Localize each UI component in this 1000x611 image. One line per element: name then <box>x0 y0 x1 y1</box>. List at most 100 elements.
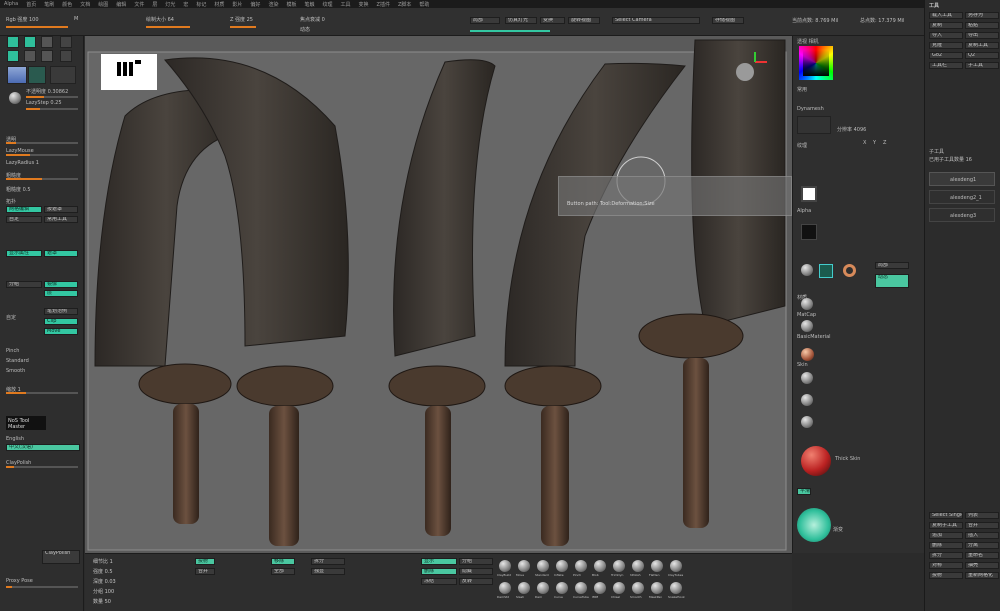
subtool-action-button[interactable]: 重命名 <box>965 552 999 559</box>
section-brush-standard[interactable]: Pinch <box>6 348 19 354</box>
texture-swatch-icon[interactable] <box>50 66 76 84</box>
tool-button[interactable]: 另存为 <box>965 12 999 19</box>
tool-button[interactable]: Q2 <box>965 52 999 59</box>
brush-icon[interactable] <box>518 560 530 572</box>
proxy-pose-label[interactable]: Proxy Pose <box>6 578 33 584</box>
alpha-mode-icon[interactable] <box>60 50 72 62</box>
stroke-slider[interactable] <box>6 466 78 468</box>
subtool-action-button[interactable]: 合并 <box>965 522 999 529</box>
clay-sphere[interactable] <box>801 416 813 428</box>
subtool-action-button[interactable]: 删除 <box>929 542 963 549</box>
menu-item[interactable]: 渲染 <box>268 1 278 8</box>
menu-item[interactable]: 纹理 <box>322 1 332 8</box>
menu-item[interactable]: 宏 <box>183 1 188 8</box>
subtool-action-button[interactable]: 拆分 <box>929 552 963 559</box>
roughness-slider[interactable] <box>6 178 78 180</box>
z-axis-toggle[interactable]: Z <box>883 140 886 146</box>
menu-item[interactable]: Z插件 <box>377 1 390 8</box>
brush-icon[interactable] <box>613 582 625 594</box>
mesh-edit-button[interactable]: 按遮罩 <box>44 206 78 213</box>
transparency-slider[interactable] <box>6 142 78 144</box>
document-canvas[interactable]: Button path: Tool:Deformation:Size <box>85 36 792 553</box>
lazymouse-slider[interactable] <box>6 154 78 156</box>
tool-button[interactable]: 子工具 <box>965 62 999 69</box>
freeze-button[interactable]: 冻结 <box>421 578 457 585</box>
z-intensity-label[interactable]: Z 强度 25 <box>230 16 253 23</box>
subtool-row-2[interactable]: alexdeng2_1 <box>929 190 995 204</box>
tool-button[interactable]: 粘贴 <box>965 22 999 29</box>
draw-size-slider-fill[interactable] <box>146 26 190 28</box>
material-sphere-1[interactable] <box>801 264 813 276</box>
menu-item[interactable]: 文档 <box>80 1 90 8</box>
brush-icon[interactable] <box>537 560 549 572</box>
hide-button[interactable]: 隐藏 <box>459 568 493 575</box>
proxy-pose-slider[interactable] <box>6 586 78 588</box>
subtool-action-button[interactable]: Select Single <box>929 512 963 519</box>
tool-button[interactable]: 载入工具 <box>929 12 963 19</box>
detail-ratio-label[interactable]: 细节比 1 <box>93 558 113 565</box>
brush-icon[interactable] <box>575 560 587 572</box>
scale-mode-icon[interactable] <box>60 36 72 48</box>
reflected-sphere[interactable] <box>801 372 813 384</box>
store-view-button[interactable]: 存储视图 <box>712 17 744 24</box>
subtool-action-button[interactable]: 追加 <box>929 532 963 539</box>
brush-pinch-button[interactable]: Move <box>44 328 78 335</box>
sim-light-button[interactable]: 仿真灯光 <box>505 17 537 24</box>
brush-icon[interactable] <box>651 560 663 572</box>
layer-button[interactable]: 层 <box>44 290 78 297</box>
all-button[interactable]: 全部 <box>271 568 295 575</box>
solo-button[interactable]: 独显 <box>311 568 345 575</box>
y-axis-toggle[interactable]: Y <box>873 140 876 146</box>
brush-icon[interactable] <box>670 582 682 594</box>
strength-label[interactable]: 强度 0.5 <box>93 568 113 575</box>
menu-item[interactable]: 变换 <box>359 1 369 8</box>
brush-icon[interactable] <box>651 582 663 594</box>
brush-icon[interactable] <box>518 582 530 594</box>
menu-item[interactable]: 模板 <box>286 1 296 8</box>
remove-button[interactable]: 移除 <box>271 558 295 565</box>
ring-material-icon[interactable] <box>843 264 856 277</box>
tool-button[interactable]: 导入 <box>929 32 963 39</box>
subtool-action-button[interactable]: 抽壳 <box>965 562 999 569</box>
brush-icon[interactable] <box>594 560 606 572</box>
brush-icon[interactable] <box>594 582 606 594</box>
matcap-sphere[interactable] <box>801 298 813 310</box>
brush-icon[interactable] <box>575 582 587 594</box>
subtool-action-button[interactable]: 复制子工具 <box>929 522 963 529</box>
local-button[interactable]: 局部 <box>470 17 500 24</box>
language-chinese[interactable]: 中文(汉语) <box>6 444 80 451</box>
toy-plastic-sphere[interactable] <box>801 394 813 406</box>
invert-button[interactable]: 反转 <box>459 578 493 585</box>
tool-button[interactable]: 克隆 <box>929 42 963 49</box>
menu-item[interactable]: 层 <box>152 1 157 8</box>
project-button[interactable]: 投射 <box>195 558 215 565</box>
material-swatch-selected[interactable] <box>819 264 833 278</box>
brush-icon[interactable] <box>632 560 644 572</box>
delete-button[interactable]: 删除 <box>421 568 457 575</box>
group-button-bottom[interactable]: 分组 <box>459 558 493 565</box>
edit-mode-icon[interactable] <box>7 36 19 48</box>
merge-button[interactable]: 合并 <box>195 568 215 575</box>
tool-button[interactable]: 复制工具 <box>965 42 999 49</box>
subtool-action-button[interactable]: 对称 <box>929 562 963 569</box>
rotate-mode-icon[interactable] <box>7 50 19 62</box>
section-topology[interactable]: 拓扑 <box>6 198 16 205</box>
language-english[interactable]: English <box>6 436 24 442</box>
subtool-action-button[interactable]: 分离 <box>965 542 999 549</box>
x-axis-toggle[interactable]: X <box>863 140 866 146</box>
tool-button[interactable]: Go2 <box>929 52 963 59</box>
material-swatch-icon[interactable] <box>28 66 46 84</box>
claypolish-button[interactable]: ClayPolish <box>42 550 80 564</box>
basic-material-sphere[interactable] <box>801 320 813 332</box>
menu-item[interactable]: 标记 <box>196 1 206 8</box>
group-count-label[interactable]: 分组 100 <box>93 588 114 595</box>
show-button[interactable]: 显示 <box>421 558 457 565</box>
nos-tool-master-logo[interactable]: NoS Tool Master <box>6 416 46 430</box>
dynamesh-label[interactable]: Dynamesh <box>797 106 824 112</box>
subtool-action-button[interactable]: 重新网格化 <box>965 572 999 579</box>
switch-mode-button[interactable]: 动态 <box>875 274 909 288</box>
scale-slider[interactable] <box>6 392 78 394</box>
mask-button[interactable]: 遮罩 <box>44 250 78 257</box>
menu-item[interactable]: 材质 <box>214 1 224 8</box>
mrgb-button[interactable]: M <box>74 16 78 22</box>
